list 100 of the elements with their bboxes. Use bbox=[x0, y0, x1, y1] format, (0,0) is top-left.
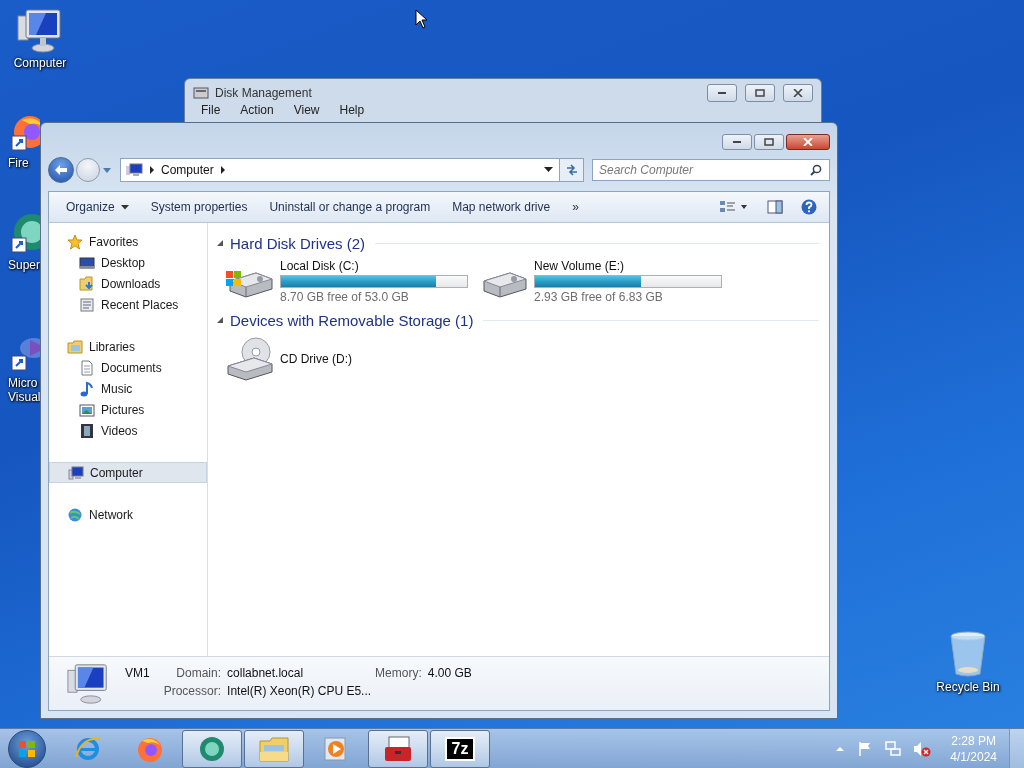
minimize-button[interactable] bbox=[707, 84, 737, 102]
refresh-button[interactable] bbox=[559, 159, 583, 181]
folder-icon bbox=[258, 734, 290, 763]
toolbar-button[interactable]: Map network drive bbox=[441, 196, 562, 218]
view-options-icon bbox=[719, 200, 749, 214]
nav-item[interactable]: Favorites bbox=[49, 231, 207, 252]
nav-item[interactable]: Videos bbox=[49, 420, 207, 441]
windows-logo-icon bbox=[18, 739, 36, 758]
menu-item[interactable]: View bbox=[293, 103, 320, 117]
desktop-icon-label: Fire bbox=[8, 156, 29, 170]
desktop-icon-label: Recycle Bin bbox=[936, 680, 1000, 694]
more-commands-button[interactable]: » bbox=[561, 196, 590, 218]
group-heading[interactable]: Devices with Removable Storage (1) bbox=[230, 311, 474, 329]
desktop-icon-label: Super bbox=[8, 258, 41, 272]
restore-icon bbox=[755, 89, 765, 97]
disk-management-icon bbox=[193, 86, 209, 100]
organize-menu-button[interactable]: Organize bbox=[55, 196, 140, 218]
menu-item[interactable]: File bbox=[201, 103, 221, 117]
restore-icon bbox=[764, 138, 774, 146]
maximize-button[interactable] bbox=[754, 134, 784, 150]
cd-drive-icon[interactable] bbox=[226, 336, 274, 382]
taskbar-button[interactable] bbox=[182, 729, 242, 768]
drive-name[interactable]: CD Drive (D:) bbox=[280, 352, 352, 366]
minimize-button[interactable] bbox=[722, 134, 752, 150]
taskbar-button[interactable] bbox=[244, 729, 304, 768]
close-button[interactable] bbox=[783, 84, 813, 102]
back-arrow-icon bbox=[54, 164, 68, 176]
desktop-icon-label: Micro Visual bbox=[8, 376, 41, 404]
minimize-icon bbox=[732, 140, 742, 144]
computer-icon bbox=[68, 464, 84, 481]
toolbar-button[interactable]: System properties bbox=[139, 196, 259, 218]
taskbar-button[interactable]: 7z bbox=[430, 729, 490, 768]
media-player-icon bbox=[323, 735, 349, 762]
nav-item[interactable]: Network bbox=[49, 504, 207, 525]
close-button[interactable] bbox=[786, 134, 830, 150]
recent-places-icon bbox=[79, 296, 95, 313]
clock-time: 2:28 PM bbox=[951, 732, 996, 749]
detail-value: 4.00 GB bbox=[427, 666, 472, 680]
close-icon bbox=[803, 138, 813, 146]
film-strip-icon bbox=[79, 422, 95, 439]
detail-label: Domain: bbox=[175, 666, 222, 680]
show-desktop-button[interactable] bbox=[1009, 728, 1024, 768]
breadcrumb[interactable]: Computer bbox=[161, 163, 214, 177]
downloads-folder-icon bbox=[79, 275, 95, 292]
computer-icon[interactable] bbox=[16, 8, 64, 54]
drive-name[interactable]: Local Disk (C:) bbox=[280, 259, 468, 273]
computer-icon bbox=[125, 163, 143, 177]
recent-pages-caret-icon[interactable] bbox=[102, 166, 112, 174]
pictures-icon bbox=[79, 401, 95, 418]
close-icon bbox=[793, 89, 803, 97]
maximize-button[interactable] bbox=[745, 84, 775, 102]
breadcrumb-arrow-icon bbox=[219, 166, 226, 174]
clock-date: 4/1/2024 bbox=[950, 748, 997, 765]
nav-item[interactable]: Documents bbox=[49, 357, 207, 378]
search-icon bbox=[810, 164, 822, 176]
detail-value: collabnet.local bbox=[227, 666, 304, 680]
library-folder-icon bbox=[67, 338, 83, 355]
nav-item[interactable]: Recent Places bbox=[49, 294, 207, 315]
collapse-group-icon[interactable] bbox=[216, 239, 224, 247]
menu-item[interactable]: Help bbox=[339, 103, 365, 117]
breadcrumb-arrow-icon bbox=[149, 166, 155, 174]
nav-item[interactable]: Music bbox=[49, 378, 207, 399]
desktop-icon-label: Computer bbox=[13, 56, 67, 70]
muted-speaker-icon[interactable] bbox=[913, 740, 932, 757]
nav-item[interactable]: Pictures bbox=[49, 399, 207, 420]
collapse-group-icon[interactable] bbox=[216, 316, 224, 324]
document-icon bbox=[79, 359, 95, 376]
music-note-icon bbox=[79, 380, 95, 397]
free-space-text: 8.70 GB free of 53.0 GB bbox=[280, 290, 410, 304]
search-field[interactable]: Search Computer bbox=[592, 159, 830, 181]
caret-icon bbox=[120, 204, 129, 210]
window-title: Disk Management bbox=[215, 86, 312, 100]
start-button[interactable] bbox=[8, 729, 46, 768]
app-icon bbox=[197, 734, 227, 763]
recycle-bin-icon[interactable] bbox=[948, 630, 988, 678]
toolbar-button[interactable]: Uninstall or change a program bbox=[258, 196, 442, 218]
computer-name: VM1 bbox=[125, 666, 150, 680]
mouse-cursor-icon bbox=[415, 9, 429, 29]
nav-item[interactable]: Downloads bbox=[49, 273, 207, 294]
address-bar[interactable]: Computer bbox=[120, 158, 584, 182]
minimize-icon bbox=[717, 91, 727, 95]
group-heading[interactable]: Hard Disk Drives (2) bbox=[230, 234, 365, 252]
star-icon bbox=[67, 233, 83, 250]
detail-label: Memory: bbox=[375, 666, 422, 680]
menu-item[interactable]: Action bbox=[240, 103, 274, 117]
detail-label: Processor: bbox=[163, 684, 222, 698]
refresh-icon bbox=[564, 163, 579, 177]
help-icon bbox=[801, 199, 817, 215]
taskbar-button[interactable] bbox=[368, 729, 428, 768]
nav-item[interactable]: Libraries bbox=[49, 336, 207, 357]
dropdown-caret-icon[interactable] bbox=[544, 167, 553, 173]
nav-item[interactable]: Desktop bbox=[49, 252, 207, 273]
network-icon bbox=[67, 506, 83, 523]
desktop-icon bbox=[79, 254, 95, 271]
nav-item[interactable]: Computer bbox=[49, 462, 207, 483]
drive-name[interactable]: New Volume (E:) bbox=[534, 259, 722, 273]
free-space-text: 2.93 GB free of 6.83 GB bbox=[534, 290, 664, 304]
detail-value: Intel(R) Xeon(R) CPU E5... bbox=[227, 684, 373, 698]
7zip-logo: 7z bbox=[444, 736, 476, 761]
back-button[interactable] bbox=[48, 157, 74, 183]
